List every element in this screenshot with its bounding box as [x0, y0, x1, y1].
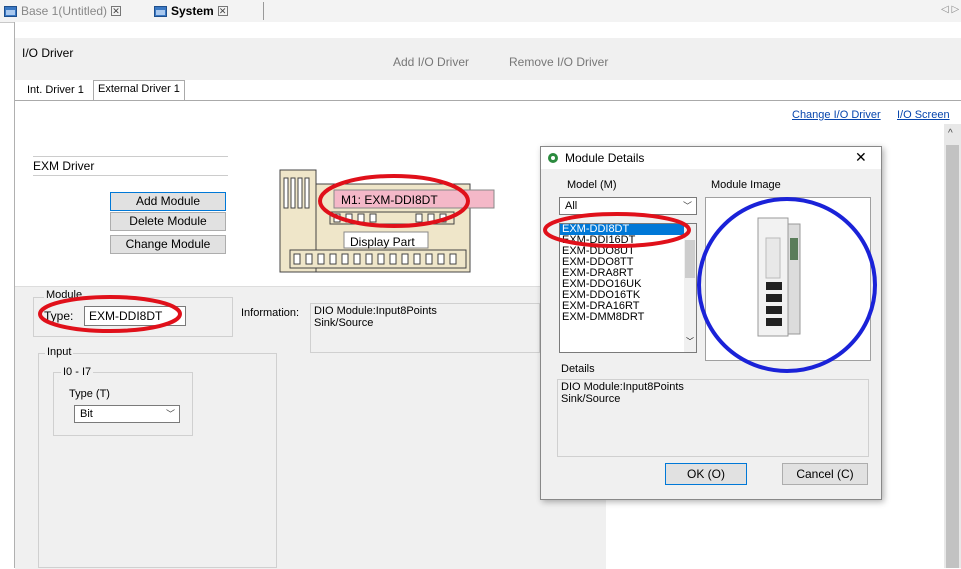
close-icon[interactable]: ✕ [111, 6, 122, 16]
tab-system[interactable]: System ✕ [154, 2, 228, 20]
change-module-button[interactable]: Change Module [110, 235, 226, 254]
tab-external-driver-1[interactable]: External Driver 1 [93, 80, 185, 101]
tab-label: Base 1(Untitled) [21, 4, 108, 18]
red-highlight-circle [38, 295, 182, 333]
remove-io-driver-button[interactable]: Remove I/O Driver [509, 55, 608, 69]
information-box: DIO Module:Input8Points Sink/Source [310, 303, 540, 353]
document-tab-bar [0, 0, 961, 23]
type-t-select[interactable]: Bit ﹀ [74, 405, 180, 423]
driver-name-field: EXM Driver [33, 156, 228, 176]
tab-scroll-arrows-icon[interactable]: ◁ ▷ [941, 4, 959, 15]
section-title: I/O Driver [22, 46, 74, 60]
scroll-down-icon[interactable]: ﹀ [686, 336, 694, 347]
add-module-button[interactable]: Add Module [110, 192, 226, 211]
system-icon [154, 5, 167, 17]
range-label: I0 - I7 [61, 366, 94, 378]
list-item[interactable]: EXM-DMM8DRT [560, 312, 696, 323]
module-details-dialog: Module Details ✕ Model (M) All ﹀ EXM-DDI… [540, 146, 882, 500]
delete-module-button[interactable]: Delete Module [110, 212, 226, 231]
input-group-label: Input [45, 346, 74, 358]
red-highlight-circle [318, 174, 470, 228]
model-label: Model (M) [567, 179, 617, 191]
dialog-title: Module Details [565, 151, 645, 165]
type-t-label: Type (T) [69, 388, 110, 400]
tab-base-1[interactable]: Base 1(Untitled) ✕ [4, 2, 122, 20]
ok-button[interactable]: OK (O) [665, 463, 747, 485]
io-driver-header [15, 38, 961, 80]
range-groupbox [53, 372, 193, 436]
details-box: DIO Module:Input8Points Sink/Source [557, 379, 869, 457]
add-io-driver-button[interactable]: Add I/O Driver [393, 55, 469, 69]
cancel-button[interactable]: Cancel (C) [782, 463, 868, 485]
information-label: Information: [241, 307, 300, 319]
io-screen-link[interactable]: I/O Screen [897, 109, 950, 121]
close-button[interactable]: ✕ [855, 149, 867, 166]
blue-highlight-circle [697, 197, 877, 373]
close-icon[interactable]: ✕ [217, 6, 228, 16]
screen-icon [4, 5, 17, 17]
tab-label: System [171, 4, 214, 18]
tab-divider [15, 100, 961, 101]
display-part-label: Display Part [350, 235, 415, 249]
red-highlight-circle [543, 212, 691, 248]
change-io-driver-link[interactable]: Change I/O Driver [792, 109, 881, 121]
tab-separator [263, 2, 264, 20]
module-image-label: Module Image [711, 179, 781, 191]
tab-int-driver-1[interactable]: Int. Driver 1 [23, 82, 88, 100]
scroll-up-icon[interactable]: ^ [948, 128, 953, 139]
module-gear-icon [548, 153, 558, 163]
details-label: Details [561, 363, 595, 375]
chevron-down-icon: ﹀ [165, 409, 175, 419]
type-t-value: Bit [80, 408, 93, 420]
scrollbar-thumb[interactable] [946, 145, 959, 568]
